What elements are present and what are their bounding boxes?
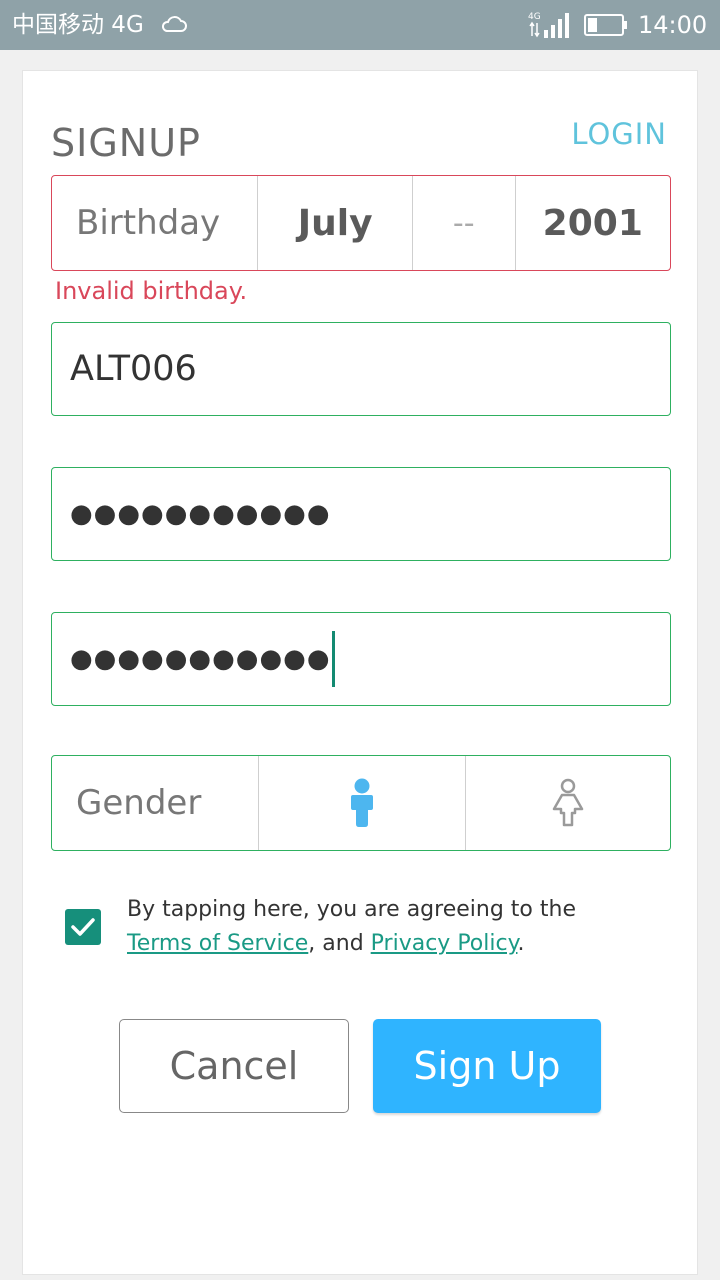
agreement-text-before: By tapping here, you are agreeing to the bbox=[127, 897, 576, 922]
signup-button[interactable]: Sign Up bbox=[373, 1019, 601, 1113]
confirm-password-input[interactable]: ●●●●●●●●●●● bbox=[51, 612, 671, 706]
checkmark-icon bbox=[71, 918, 95, 936]
status-bar: 中国移动 4G 4G 14:00 bbox=[0, 0, 720, 50]
privacy-policy-link[interactable]: Privacy Policy bbox=[371, 931, 518, 956]
terms-of-service-link[interactable]: Terms of Service bbox=[127, 931, 308, 956]
confirm-password-value: ●●●●●●●●●●● bbox=[70, 644, 331, 674]
cloud-icon bbox=[161, 16, 187, 32]
gender-label: Gender bbox=[76, 783, 202, 823]
birthday-label: Birthday bbox=[76, 203, 221, 243]
birthday-month-select[interactable]: July bbox=[257, 176, 411, 270]
birthday-error-message: Invalid birthday. bbox=[55, 277, 248, 305]
username-input[interactable]: ALT006 bbox=[51, 322, 671, 416]
agreement-text: By tapping here, you are agreeing to the… bbox=[127, 893, 627, 961]
password-input[interactable]: ●●●●●●●●●●● bbox=[51, 467, 671, 561]
birthday-picker: Birthday July -- 2001 bbox=[51, 175, 671, 271]
battery-icon bbox=[584, 14, 627, 36]
text-cursor bbox=[331, 631, 335, 687]
gender-selector: Gender bbox=[51, 755, 671, 851]
carrier-label: 中国移动 4G bbox=[12, 12, 144, 38]
agree-checkbox[interactable] bbox=[65, 909, 101, 945]
svg-text:4G: 4G bbox=[528, 12, 541, 22]
page-title: SIGNUP bbox=[51, 121, 201, 165]
login-link[interactable]: LOGIN bbox=[571, 117, 667, 151]
gender-female-option[interactable] bbox=[464, 756, 670, 850]
gender-male-option[interactable] bbox=[258, 756, 464, 850]
cancel-button[interactable]: Cancel bbox=[119, 1019, 349, 1113]
clock: 14:00 bbox=[638, 11, 708, 39]
agreement-text-middle: , and bbox=[308, 931, 371, 956]
female-icon bbox=[552, 778, 584, 827]
signup-card: SIGNUP LOGIN Birthday July -- 2001 Inval… bbox=[22, 70, 698, 1275]
birthday-day-select[interactable]: -- bbox=[411, 176, 515, 270]
signal-icon: 4G bbox=[528, 12, 569, 38]
username-value: ALT006 bbox=[70, 349, 197, 389]
password-value: ●●●●●●●●●●● bbox=[70, 499, 331, 529]
agreement-text-after: . bbox=[517, 931, 525, 956]
male-icon bbox=[351, 778, 374, 827]
birthday-year-select[interactable]: 2001 bbox=[514, 176, 670, 270]
